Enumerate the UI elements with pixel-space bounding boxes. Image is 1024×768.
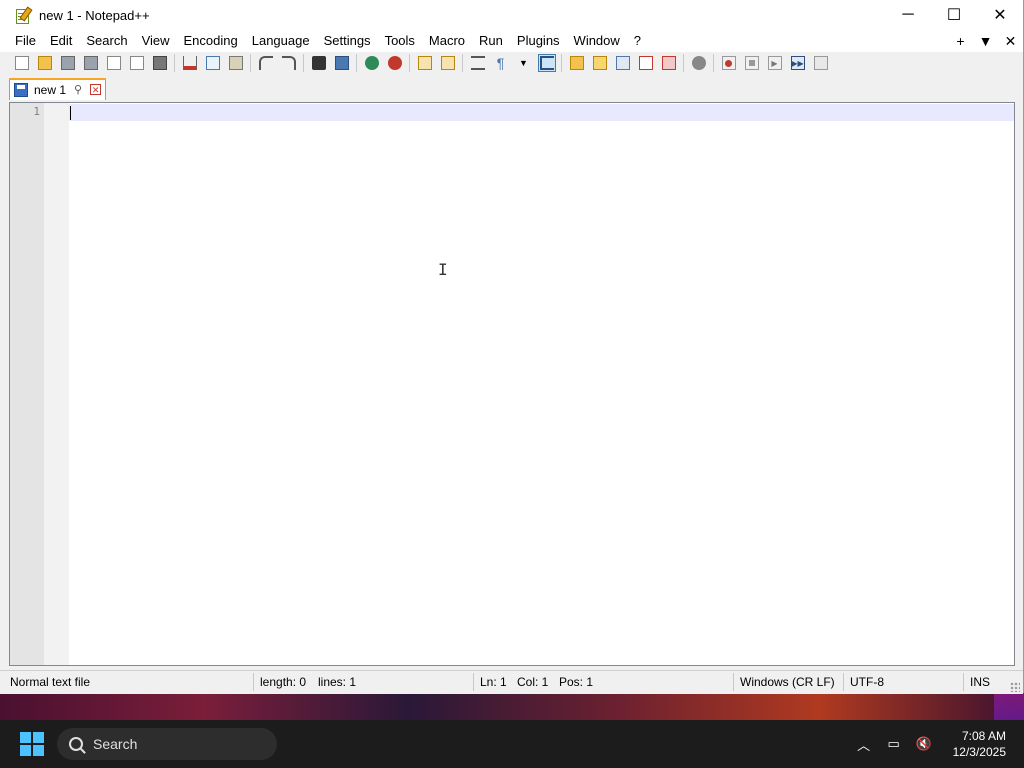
clock-time: 7:08 AM bbox=[961, 729, 1006, 743]
menu-macro[interactable]: Macro bbox=[422, 30, 472, 52]
document-map-icon[interactable] bbox=[591, 54, 609, 72]
notepadpp-app-icon[interactable] bbox=[15, 6, 33, 24]
open-file-icon[interactable] bbox=[36, 54, 54, 72]
status-lines: lines: 1 bbox=[318, 675, 357, 689]
sync-vertical-scroll-icon[interactable] bbox=[416, 54, 434, 72]
sync-horizontal-scroll-icon[interactable] bbox=[439, 54, 457, 72]
tab-close-icon[interactable]: ✕ bbox=[90, 84, 102, 95]
menu-bar: File Edit Search View Encoding Language … bbox=[0, 30, 1023, 52]
word-wrap-icon[interactable] bbox=[469, 54, 487, 72]
status-column: Col: 1 bbox=[517, 675, 549, 689]
zoom-in-icon[interactable] bbox=[363, 54, 381, 72]
monitoring-icon[interactable] bbox=[690, 54, 708, 72]
close-window-button[interactable]: ✕ bbox=[977, 0, 1023, 30]
menu-tools[interactable]: Tools bbox=[378, 30, 422, 52]
new-tab-plus-icon[interactable]: + bbox=[948, 33, 973, 49]
redo-icon[interactable] bbox=[280, 54, 298, 72]
zoom-out-icon[interactable] bbox=[386, 54, 404, 72]
minimize-button[interactable]: ─ bbox=[885, 0, 931, 30]
status-line: Ln: 1 bbox=[480, 675, 507, 689]
copy-icon[interactable] bbox=[204, 54, 222, 72]
document-list-icon[interactable] bbox=[614, 54, 632, 72]
taskbar-search-box[interactable]: Search bbox=[57, 728, 277, 760]
start-button[interactable] bbox=[20, 732, 44, 756]
toolbar: ¶ ▼ ▶ ▶▶ bbox=[0, 52, 1023, 74]
ibeam-cursor-icon: I bbox=[438, 260, 448, 279]
title-bar[interactable]: new 1 - Notepad++ ─ ☐ ✕ bbox=[0, 0, 1023, 30]
search-icon bbox=[69, 737, 83, 751]
find-icon[interactable] bbox=[310, 54, 328, 72]
macro-record-icon[interactable] bbox=[720, 54, 738, 72]
window-title: new 1 - Notepad++ bbox=[39, 7, 150, 23]
status-length: length: 0 bbox=[260, 675, 307, 689]
taskbar-search-placeholder: Search bbox=[93, 736, 138, 752]
network-icon[interactable]: ▭ bbox=[882, 736, 906, 752]
show-all-characters-icon[interactable]: ¶ bbox=[492, 54, 510, 72]
menu-encoding[interactable]: Encoding bbox=[177, 30, 245, 52]
volume-muted-icon[interactable]: 🔇 bbox=[912, 736, 936, 752]
user-defined-language-icon[interactable] bbox=[568, 54, 586, 72]
fold-margin[interactable] bbox=[44, 103, 69, 665]
close-file-icon[interactable] bbox=[105, 54, 123, 72]
status-eol[interactable]: Windows (CR LF) bbox=[740, 675, 835, 689]
clock[interactable]: 7:08 AM 12/3/2025 bbox=[953, 728, 1006, 760]
status-insert-mode[interactable]: INS bbox=[970, 675, 990, 689]
menu-search[interactable]: Search bbox=[79, 30, 134, 52]
maximize-button[interactable]: ☐ bbox=[931, 0, 977, 30]
undo-icon[interactable] bbox=[257, 54, 275, 72]
tab-list-dropdown-icon[interactable]: ▼ bbox=[973, 33, 998, 49]
notepadpp-window: new 1 - Notepad++ ─ ☐ ✕ File Edit Search… bbox=[0, 0, 1024, 694]
replace-icon[interactable] bbox=[333, 54, 351, 72]
macro-save-icon[interactable] bbox=[812, 54, 830, 72]
clock-date: 12/3/2025 bbox=[952, 745, 1006, 759]
save-all-icon[interactable] bbox=[82, 54, 100, 72]
taskbar: Search ︿ ▭ 🔇 7:08 AM 12/3/2025 bbox=[0, 720, 1024, 768]
pin-icon[interactable]: ⚲ bbox=[74, 83, 82, 96]
menu-plugins[interactable]: Plugins bbox=[510, 30, 567, 52]
system-tray: ︿ ▭ 🔇 7:08 AM 12/3/2025 bbox=[849, 728, 1024, 760]
close-document-icon[interactable]: ✕ bbox=[998, 33, 1023, 50]
folder-as-workspace-icon[interactable] bbox=[660, 54, 678, 72]
macro-play-icon[interactable]: ▶ bbox=[766, 54, 784, 72]
status-position: Pos: 1 bbox=[559, 675, 594, 689]
menu-edit[interactable]: Edit bbox=[43, 30, 79, 52]
paste-icon[interactable] bbox=[227, 54, 245, 72]
current-line-highlight bbox=[69, 104, 1014, 121]
menu-run[interactable]: Run bbox=[472, 30, 510, 52]
status-bar: Normal text file length: 0 lines: 1 Ln: … bbox=[0, 670, 1023, 694]
text-caret bbox=[70, 106, 71, 120]
new-file-icon[interactable] bbox=[13, 54, 31, 72]
save-icon[interactable] bbox=[59, 54, 77, 72]
cut-icon[interactable] bbox=[181, 54, 199, 72]
text-editor[interactable]: 1 I bbox=[9, 102, 1015, 666]
menu-language[interactable]: Language bbox=[245, 30, 317, 52]
close-all-icon[interactable] bbox=[128, 54, 146, 72]
unsaved-file-icon bbox=[14, 82, 28, 97]
line-number-gutter: 1 bbox=[10, 103, 44, 665]
tab-label: new 1 bbox=[34, 82, 67, 97]
menu-window[interactable]: Window bbox=[567, 30, 627, 52]
resize-grip-icon[interactable] bbox=[1010, 682, 1020, 692]
function-list-icon[interactable] bbox=[637, 54, 655, 72]
line-number: 1 bbox=[33, 105, 40, 118]
show-hidden-icons-icon[interactable]: ︿ bbox=[852, 735, 876, 754]
macro-run-multiple-icon[interactable]: ▶▶ bbox=[789, 54, 807, 72]
tab-bar: new 1 ⚲ ✕ bbox=[0, 74, 1023, 100]
macro-stop-icon[interactable] bbox=[743, 54, 761, 72]
indent-guide-icon[interactable] bbox=[537, 54, 556, 72]
menu-view[interactable]: View bbox=[135, 30, 177, 52]
menu-file[interactable]: File bbox=[8, 30, 43, 52]
print-icon[interactable] bbox=[151, 54, 169, 72]
status-encoding[interactable]: UTF-8 bbox=[850, 675, 884, 689]
tab-new-1[interactable]: new 1 ⚲ ✕ bbox=[9, 78, 106, 100]
menu-help[interactable]: ? bbox=[627, 30, 648, 52]
status-file-type: Normal text file bbox=[10, 675, 91, 689]
menu-settings[interactable]: Settings bbox=[317, 30, 378, 52]
show-symbol-dropdown-icon[interactable]: ▼ bbox=[515, 54, 533, 72]
